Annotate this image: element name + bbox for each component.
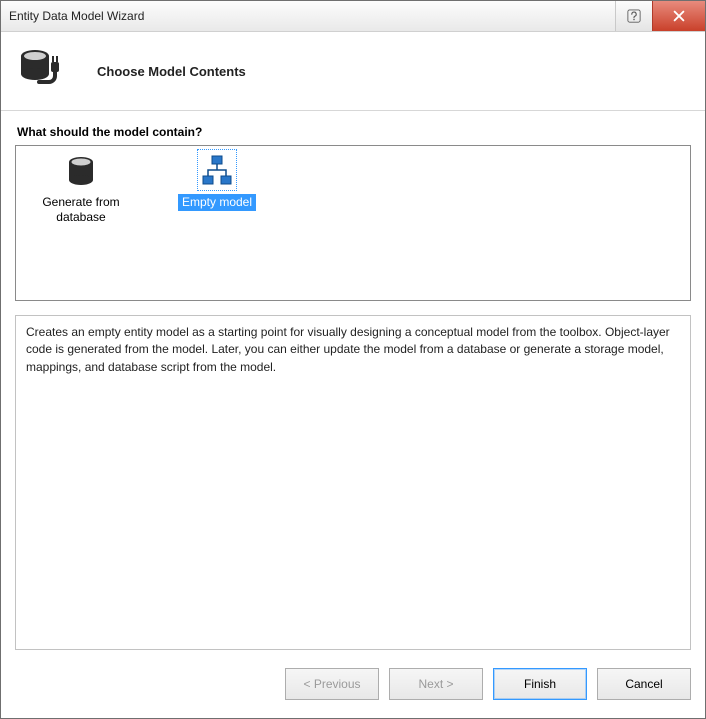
- wizard-step-title: Choose Model Contents: [97, 64, 246, 79]
- option-description: Creates an empty entity model as a start…: [15, 315, 691, 650]
- model-options-list: Generate from database Empty model: [15, 145, 691, 301]
- database-icon: [67, 152, 95, 188]
- diagram-icon: [200, 152, 234, 188]
- option-label: Empty model: [178, 194, 256, 211]
- help-button[interactable]: [615, 1, 652, 31]
- next-button[interactable]: Next >: [389, 668, 483, 700]
- option-generate-from-database[interactable]: Generate from database: [26, 152, 136, 226]
- titlebar: Entity Data Model Wizard: [1, 1, 705, 32]
- close-icon: [672, 9, 686, 23]
- cancel-button[interactable]: Cancel: [597, 668, 691, 700]
- option-empty-model[interactable]: Empty model: [162, 152, 272, 211]
- wizard-header-icon: [19, 48, 73, 95]
- window-title: Entity Data Model Wizard: [9, 9, 144, 23]
- wizard-body: What should the model contain? Generate …: [1, 111, 705, 650]
- wizard-window: Entity Data Model Wizard: [0, 0, 706, 719]
- previous-button[interactable]: < Previous: [285, 668, 379, 700]
- window-controls: [615, 1, 705, 31]
- wizard-footer: < Previous Next > Finish Cancel: [1, 650, 705, 718]
- close-button[interactable]: [652, 1, 705, 31]
- option-label: Generate from database: [26, 194, 136, 226]
- section-prompt: What should the model contain?: [17, 125, 691, 139]
- help-icon: [627, 9, 641, 23]
- finish-button[interactable]: Finish: [493, 668, 587, 700]
- wizard-header: Choose Model Contents: [1, 32, 705, 111]
